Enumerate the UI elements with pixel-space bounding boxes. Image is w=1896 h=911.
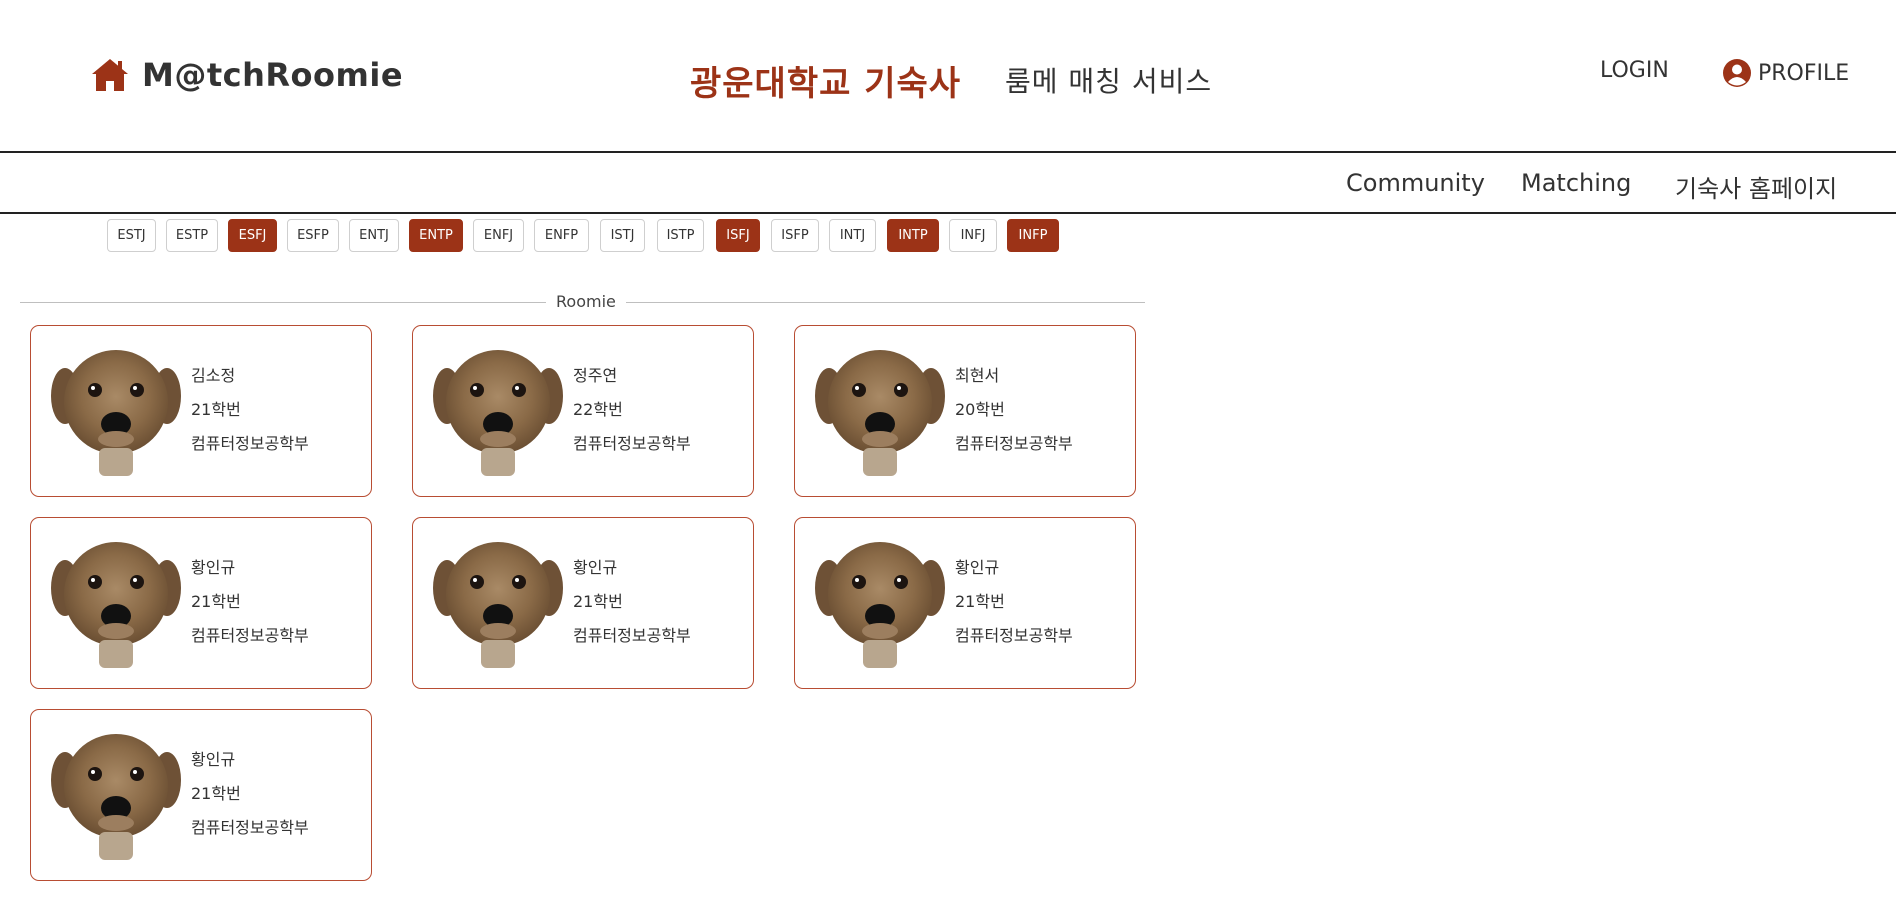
roomie-department: 컴퓨터정보공학부 [955, 626, 1073, 645]
roomie-avatar [815, 542, 945, 668]
roomie-department: 컴퓨터정보공학부 [191, 626, 309, 645]
mbti-filter-estp[interactable]: ESTP [166, 219, 218, 252]
mbti-filter-enfp[interactable]: ENFP [534, 219, 589, 252]
mbti-filter-istj[interactable]: ISTJ [600, 219, 645, 252]
mbti-filter-esfj[interactable]: ESFJ [228, 219, 277, 252]
roomie-year: 21학번 [955, 592, 1005, 611]
roomie-card[interactable]: 황인규 21학번 컴퓨터정보공학부 [794, 517, 1136, 689]
roomie-avatar [51, 734, 181, 860]
roomie-year: 21학번 [191, 784, 241, 803]
roomie-year: 22학번 [573, 400, 623, 419]
nav-matching[interactable]: Matching [1521, 169, 1631, 197]
mbti-filter-isfj[interactable]: ISFJ [716, 219, 760, 252]
roomie-year: 21학번 [573, 592, 623, 611]
mbti-filter-isfp[interactable]: ISFP [771, 219, 819, 252]
roomie-name: 최현서 [955, 366, 1000, 385]
roomie-department: 컴퓨터정보공학부 [573, 434, 691, 453]
main-nav: Community Matching 기숙사 홈페이지 [0, 151, 1896, 214]
home-icon [92, 59, 128, 91]
roomie-department: 컴퓨터정보공학부 [955, 434, 1073, 453]
home-logo-link[interactable]: M@tchRoomie [90, 56, 403, 94]
mbti-filter-intj[interactable]: INTJ [829, 219, 876, 252]
roomie-name: 정주연 [573, 366, 618, 385]
mbti-filter-estj[interactable]: ESTJ [107, 219, 156, 252]
roomie-avatar [433, 350, 563, 476]
roomie-department: 컴퓨터정보공학부 [191, 818, 309, 837]
page-title: 광운대학교 기숙사 [690, 64, 962, 104]
roomie-avatar [51, 542, 181, 668]
section-title: Roomie [546, 292, 626, 311]
mbti-filter-enfj[interactable]: ENFJ [473, 219, 524, 252]
roomie-card[interactable]: 황인규 21학번 컴퓨터정보공학부 [30, 517, 372, 689]
roomie-department: 컴퓨터정보공학부 [191, 434, 309, 453]
mbti-filter-entj[interactable]: ENTJ [349, 219, 399, 252]
user-circle-icon [1723, 59, 1751, 87]
roomie-card[interactable]: 김소정 21학번 컴퓨터정보공학부 [30, 325, 372, 497]
nav-community[interactable]: Community [1346, 169, 1485, 197]
mbti-filter-esfp[interactable]: ESFP [287, 219, 339, 252]
roomie-avatar [815, 350, 945, 476]
roomie-year: 20학번 [955, 400, 1005, 419]
roomie-department: 컴퓨터정보공학부 [573, 626, 691, 645]
roomie-card[interactable]: 황인규 21학번 컴퓨터정보공학부 [30, 709, 372, 881]
roomie-name: 황인규 [191, 750, 236, 769]
roomie-name: 황인규 [955, 558, 1000, 577]
mbti-filter-infj[interactable]: INFJ [949, 219, 997, 252]
roomie-card[interactable]: 황인규 21학번 컴퓨터정보공학부 [412, 517, 754, 689]
profile-link[interactable]: PROFILE [1722, 58, 1849, 88]
roomie-name: 황인규 [191, 558, 236, 577]
mbti-filter-entp[interactable]: ENTP [409, 219, 463, 252]
header: M@tchRoomie 광운대학교 기숙사 룸메 매칭 서비스 LOGIN PR… [0, 0, 1896, 152]
nav-dormitory-homepage[interactable]: 기숙사 홈페이지 [1675, 169, 1837, 204]
roomie-avatar [51, 350, 181, 476]
profile-label: PROFILE [1758, 60, 1850, 86]
roomie-name: 황인규 [573, 558, 618, 577]
mbti-filter-istp[interactable]: ISTP [657, 219, 704, 252]
mbti-filter-intp[interactable]: INTP [887, 219, 939, 252]
login-link[interactable]: LOGIN [1600, 58, 1669, 83]
roomie-card[interactable]: 최현서 20학번 컴퓨터정보공학부 [794, 325, 1136, 497]
logo-text: M@tchRoomie [142, 56, 404, 94]
roomie-year: 21학번 [191, 592, 241, 611]
roomie-card[interactable]: 정주연 22학번 컴퓨터정보공학부 [412, 325, 754, 497]
roomie-year: 21학번 [191, 400, 241, 419]
page-subtitle: 룸메 매칭 서비스 [1005, 65, 1213, 98]
mbti-filter-infp[interactable]: INFP [1007, 219, 1059, 252]
roomie-name: 김소정 [191, 366, 236, 385]
roomie-avatar [433, 542, 563, 668]
